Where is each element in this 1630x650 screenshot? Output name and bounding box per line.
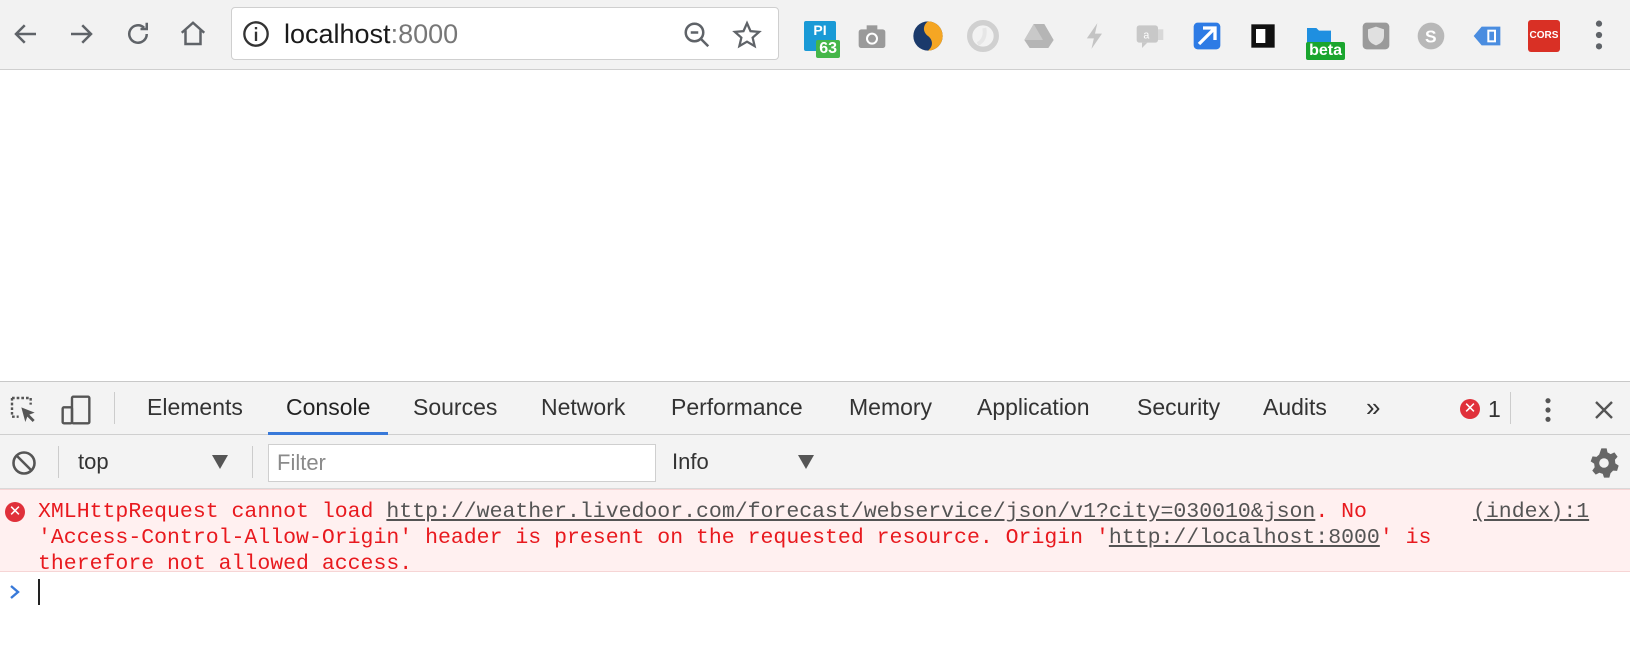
tab-security[interactable]: Security [1137, 382, 1220, 435]
toolbar-divider [58, 446, 59, 478]
svg-text:S: S [1425, 27, 1437, 47]
beta-extension-icon[interactable]: beta [1301, 18, 1345, 60]
more-tabs-button[interactable]: » [1366, 382, 1380, 435]
tab-console[interactable]: Console [267, 382, 389, 435]
skype-extension-icon[interactable]: S [1413, 18, 1449, 54]
cors-extension-label: CORS [1528, 20, 1560, 52]
pi-extension-badge: 63 [816, 40, 840, 58]
tab-sources[interactable]: Sources [413, 382, 497, 435]
tag-extension-icon[interactable] [1469, 18, 1505, 54]
message-part-1: XMLHttpRequest cannot load [38, 500, 387, 524]
gray-circle-extension-icon[interactable] [965, 18, 1001, 54]
console-prompt[interactable] [0, 572, 1630, 612]
chevron-down-icon[interactable] [798, 455, 814, 469]
tab-network[interactable]: Network [541, 382, 625, 435]
tab-elements[interactable]: Elements [147, 382, 243, 435]
black-square-extension-icon[interactable] [1245, 18, 1281, 54]
cors-extension-icon[interactable]: CORS [1526, 18, 1562, 54]
address-bar[interactable]: localhost:8000 [231, 7, 779, 60]
back-arrow-icon [14, 24, 36, 44]
error-icon: ✕ [1460, 399, 1480, 419]
url-port: :8000 [390, 19, 459, 49]
devtools-panel: Elements Console Sources Network Perform… [0, 381, 1630, 650]
browser-menu-icon[interactable] [1590, 18, 1608, 52]
origin-url-link[interactable]: http://localhost:8000 [1109, 526, 1380, 550]
clear-console-icon[interactable] [10, 449, 38, 477]
error-icon: ✕ [5, 502, 25, 522]
home-button[interactable] [173, 14, 213, 54]
pi-extension-icon[interactable]: PI 63 [802, 18, 840, 58]
svg-text:a: a [1143, 30, 1149, 42]
url-text[interactable]: localhost:8000 [284, 19, 458, 50]
zoom-out-icon[interactable] [682, 20, 712, 50]
error-count-text: 1 [1488, 395, 1501, 422]
chat-extension-icon[interactable]: a [1132, 18, 1168, 54]
drive-extension-icon[interactable] [1021, 18, 1057, 54]
back-button[interactable] [6, 14, 46, 54]
chevron-down-icon[interactable] [212, 455, 228, 469]
tab-audits[interactable]: Audits [1263, 382, 1327, 435]
settings-gear-icon[interactable] [1588, 447, 1620, 479]
console-error-message: ✕ XMLHttpRequest cannot load http://weat… [0, 489, 1630, 576]
page-viewport [0, 71, 1630, 381]
tab-memory[interactable]: Memory [849, 382, 932, 435]
toolbar-divider [252, 446, 253, 478]
forward-button[interactable] [61, 14, 101, 54]
toolbar-divider [114, 392, 115, 424]
prompt-chevron-icon [10, 585, 20, 599]
forward-arrow-icon [71, 24, 93, 44]
beta-badge: beta [1306, 42, 1345, 60]
bookmark-star-icon[interactable] [732, 20, 762, 50]
error-counter[interactable]: ✕ 1 [1460, 396, 1501, 422]
s-swirl-extension-icon[interactable] [910, 18, 946, 54]
info-icon[interactable] [242, 20, 270, 48]
toolbar-divider [1510, 392, 1511, 424]
url-host: localhost [284, 19, 391, 49]
filter-input[interactable] [268, 444, 656, 482]
tab-performance[interactable]: Performance [671, 382, 803, 435]
browser-toolbar: localhost:8000 PI 63 a beta S CORS [0, 0, 1630, 70]
source-link[interactable]: (index):1 [1473, 499, 1589, 525]
text-caret [38, 579, 40, 605]
log-level-select[interactable]: Info [672, 435, 709, 489]
inspect-element-icon[interactable] [8, 394, 40, 426]
devtools-tabbar: Elements Console Sources Network Perform… [0, 382, 1630, 435]
reload-icon [128, 22, 148, 44]
blue-arrow-extension-icon[interactable] [1189, 18, 1225, 54]
home-icon [180, 21, 206, 46]
shield-extension-icon[interactable] [1358, 18, 1394, 54]
devtools-menu-icon[interactable] [1539, 396, 1557, 424]
bolt-extension-icon[interactable] [1077, 18, 1113, 54]
error-message-text: XMLHttpRequest cannot load http://weathe… [38, 499, 1458, 577]
request-url-link[interactable]: http://weather.livedoor.com/forecast/web… [386, 500, 1315, 524]
console-filterbar: top Info [0, 435, 1630, 489]
tab-application[interactable]: Application [977, 382, 1090, 435]
device-toolbar-icon[interactable] [60, 394, 92, 426]
context-select[interactable]: top [78, 435, 109, 489]
reload-button[interactable] [118, 14, 158, 54]
close-devtools-icon[interactable] [1592, 398, 1616, 422]
camera-extension-icon[interactable] [854, 18, 890, 54]
